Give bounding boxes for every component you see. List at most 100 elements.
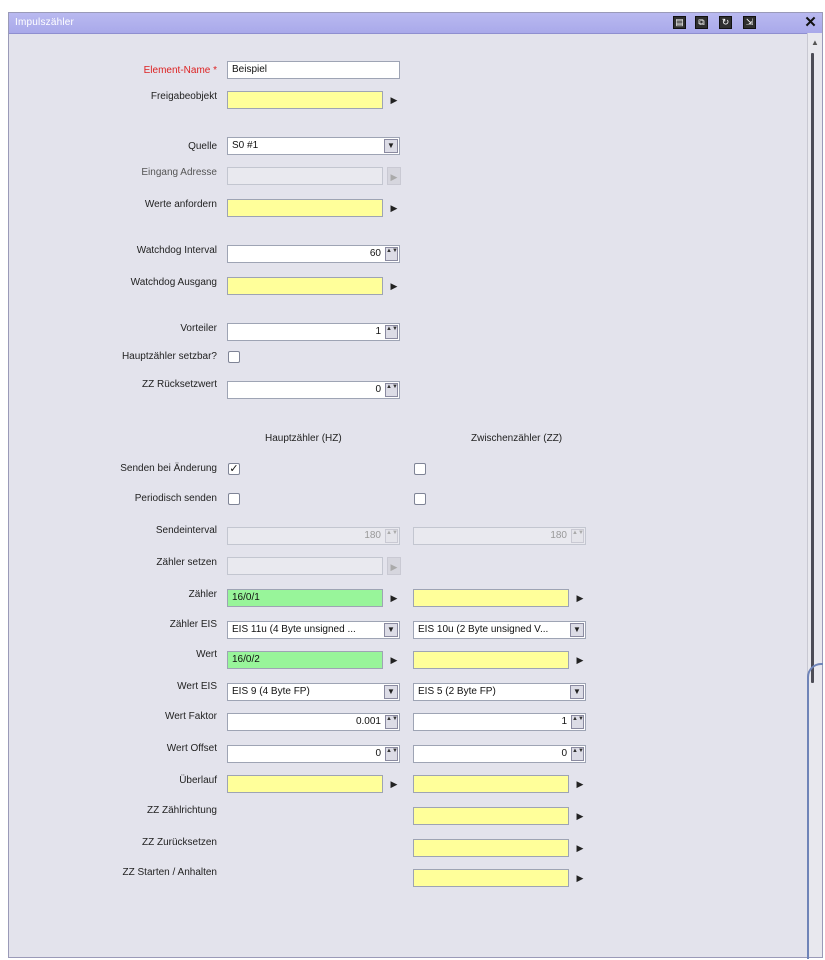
wert-hz-arrow-icon[interactable]: ▶ xyxy=(387,651,401,669)
watchdog-ausgang-field[interactable] xyxy=(227,277,383,295)
eingang-adresse-arrow-icon: ▶ xyxy=(387,167,401,185)
zz-zaehlrichtung-label: ZZ Zählrichtung xyxy=(146,805,217,816)
wert-zz-arrow-icon[interactable]: ▶ xyxy=(573,651,587,669)
chevron-down-icon[interactable]: ▼ xyxy=(570,623,584,637)
wert-hz-field[interactable]: 16/0/2 xyxy=(227,651,383,669)
spinner-arrows-icon[interactable]: ▲▼ xyxy=(385,325,398,339)
spinner-arrows-icon[interactable]: ▲▼ xyxy=(385,747,398,761)
zz-ruecksetzwert-spinner[interactable]: 0 ▲▼ xyxy=(227,381,400,399)
hauptzaehler-setzbar-checkbox[interactable] xyxy=(228,351,240,363)
zz-starten-anhalten-field[interactable] xyxy=(413,869,569,887)
scroll-thumb[interactable] xyxy=(811,53,814,683)
spinner-arrows-icon[interactable]: ▲▼ xyxy=(385,715,398,729)
zz-zuruecksetzen-field[interactable] xyxy=(413,839,569,857)
zz-zaehlrichtung-arrow-icon[interactable]: ▶ xyxy=(573,807,587,825)
eingang-adresse-field xyxy=(227,167,383,185)
sendeinterval-hz-spinner: 180 ▲▼ xyxy=(227,527,400,545)
zz-zuruecksetzen-label: ZZ Zurücksetzen xyxy=(141,837,217,848)
wert-zz-field[interactable] xyxy=(413,651,569,669)
wert-faktor-hz-value: 0.001 xyxy=(355,716,381,727)
wert-faktor-zz-spinner[interactable]: 1 ▲▼ xyxy=(413,713,586,731)
wert-offset-hz-spinner[interactable]: 0 ▲▼ xyxy=(227,745,400,763)
ueberlauf-hz-arrow-icon[interactable]: ▶ xyxy=(387,775,401,793)
column-header-hauptzaehler: Hauptzähler (HZ) xyxy=(265,433,342,444)
wert-eis-hz-value: EIS 9 (4 Byte FP) xyxy=(232,686,310,697)
spinner-arrows-icon[interactable]: ▲▼ xyxy=(385,247,398,261)
zaehler-eis-zz-select[interactable]: EIS 10u (2 Byte unsigned V... ▼ xyxy=(413,621,586,639)
freigabeobjekt-field[interactable] xyxy=(227,91,383,109)
senden-bei-aenderung-hz-checkbox[interactable]: ✓ xyxy=(228,463,240,475)
periodisch-senden-zz-checkbox[interactable] xyxy=(414,493,426,505)
check-icon: ✓ xyxy=(229,463,239,475)
zaehler-hz-field[interactable]: 16/0/1 xyxy=(227,589,383,607)
chevron-down-icon[interactable]: ▼ xyxy=(384,139,398,153)
title-bar: Impulszähler ▤ ⧉ ↻ ⇲ ✕ xyxy=(9,13,822,34)
watchdog-interval-spinner[interactable]: 60 ▲▼ xyxy=(227,245,400,263)
zz-starten-anhalten-label: ZZ Starten / Anhalten xyxy=(122,867,218,878)
element-name-input[interactable]: Beispiel xyxy=(227,61,400,79)
watchdog-interval-value: 60 xyxy=(369,248,381,259)
copy-icon[interactable]: ⧉ xyxy=(695,16,708,29)
quelle-label: Quelle xyxy=(188,141,217,152)
ueberlauf-zz-field[interactable] xyxy=(413,775,569,793)
sendeinterval-label: Sendeinterval xyxy=(155,525,217,536)
close-icon[interactable]: ✕ xyxy=(803,15,818,30)
zz-zuruecksetzen-arrow-icon[interactable]: ▶ xyxy=(573,839,587,857)
wert-faktor-label: Wert Faktor xyxy=(164,711,217,722)
wert-faktor-zz-value: 1 xyxy=(561,716,567,727)
zaehler-eis-hz-select[interactable]: EIS 11u (4 Byte unsigned ... ▼ xyxy=(227,621,400,639)
ueberlauf-zz-arrow-icon[interactable]: ▶ xyxy=(573,775,587,793)
wert-offset-label: Wert Offset xyxy=(166,743,217,754)
scrollbar-edge-decoration xyxy=(807,663,823,959)
senden-bei-aenderung-zz-checkbox[interactable] xyxy=(414,463,426,475)
document-icon[interactable]: ▤ xyxy=(673,16,686,29)
spinner-arrows-icon: ▲▼ xyxy=(571,529,584,543)
column-header-zwischenzaehler: Zwischenzähler (ZZ) xyxy=(471,433,563,444)
eingang-adresse-label: Eingang Adresse xyxy=(141,167,217,178)
chevron-down-icon[interactable]: ▼ xyxy=(384,685,398,699)
zz-zaehlrichtung-field[interactable] xyxy=(413,807,569,825)
chevron-down-icon[interactable]: ▼ xyxy=(570,685,584,699)
vorteiler-value: 1 xyxy=(375,326,381,337)
spinner-arrows-icon[interactable]: ▲▼ xyxy=(571,747,584,761)
zz-starten-anhalten-arrow-icon[interactable]: ▶ xyxy=(573,869,587,887)
werte-anfordern-field[interactable] xyxy=(227,199,383,217)
wert-label: Wert xyxy=(196,649,217,660)
wert-eis-zz-select[interactable]: EIS 5 (2 Byte FP) ▼ xyxy=(413,683,586,701)
wert-offset-zz-spinner[interactable]: 0 ▲▼ xyxy=(413,745,586,763)
scroll-up-icon[interactable]: ▲ xyxy=(810,39,820,47)
hauptzaehler-setzbar-label: Hauptzähler setzbar? xyxy=(121,351,217,362)
periodisch-senden-hz-checkbox[interactable] xyxy=(228,493,240,505)
zaehler-eis-label: Zähler EIS xyxy=(169,619,217,630)
spinner-arrows-icon: ▲▼ xyxy=(385,529,398,543)
zaehler-hz-arrow-icon[interactable]: ▶ xyxy=(387,589,401,607)
export-icon[interactable]: ⇲ xyxy=(743,16,756,29)
watchdog-ausgang-arrow-icon[interactable]: ▶ xyxy=(387,277,401,295)
wert-eis-hz-select[interactable]: EIS 9 (4 Byte FP) ▼ xyxy=(227,683,400,701)
wert-faktor-hz-spinner[interactable]: 0.001 ▲▼ xyxy=(227,713,400,731)
ueberlauf-hz-field[interactable] xyxy=(227,775,383,793)
refresh-icon[interactable]: ↻ xyxy=(719,16,732,29)
vorteiler-spinner[interactable]: 1 ▲▼ xyxy=(227,323,400,341)
zaehler-zz-arrow-icon[interactable]: ▶ xyxy=(573,589,587,607)
zaehler-eis-hz-value: EIS 11u (4 Byte unsigned ... xyxy=(232,624,356,635)
zaehler-setzen-field xyxy=(227,557,383,575)
wert-eis-label: Wert EIS xyxy=(177,681,217,692)
ueberlauf-label: Überlauf xyxy=(179,775,217,786)
zaehler-setzen-arrow-icon: ▶ xyxy=(387,557,401,575)
werte-anfordern-arrow-icon[interactable]: ▶ xyxy=(387,199,401,217)
zaehler-zz-field[interactable] xyxy=(413,589,569,607)
spinner-arrows-icon[interactable]: ▲▼ xyxy=(385,383,398,397)
vorteiler-label: Vorteiler xyxy=(180,323,217,334)
watchdog-interval-label: Watchdog Interval xyxy=(136,245,217,256)
wert-offset-hz-value: 0 xyxy=(375,748,381,759)
spinner-arrows-icon[interactable]: ▲▼ xyxy=(571,715,584,729)
quelle-value: S0 #1 xyxy=(232,140,259,151)
element-name-label: Element-Name * xyxy=(143,65,217,76)
zaehler-label: Zähler xyxy=(188,589,217,600)
window-title: Impulszähler xyxy=(15,17,75,28)
quelle-select[interactable]: S0 #1 ▼ xyxy=(227,137,400,155)
chevron-down-icon[interactable]: ▼ xyxy=(384,623,398,637)
freigabeobjekt-select-arrow-icon[interactable]: ▶ xyxy=(387,91,401,109)
zaehler-setzen-label: Zähler setzen xyxy=(156,557,217,568)
